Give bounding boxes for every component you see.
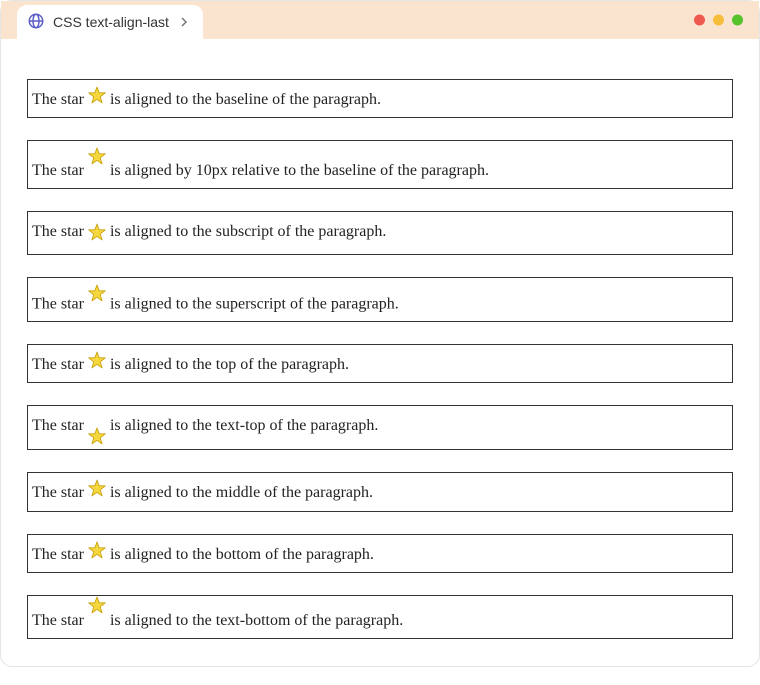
example-text-prefix: The star [32,417,88,434]
globe-icon [27,12,45,33]
example-text-prefix: The star [32,223,88,240]
star-icon [88,86,106,113]
example-paragraph: The star is aligned to the superscript o… [27,277,733,323]
star-icon [88,427,106,454]
star-icon [88,596,106,623]
example-text-suffix: is aligned to the text-bottom of the par… [106,612,403,629]
example-paragraph: The star is aligned to the subscript of … [27,211,733,254]
star-icon [88,147,106,174]
example-paragraph: The star is aligned to the bottom of the… [27,534,733,573]
star-icon [88,541,106,568]
example-text-suffix: is aligned to the top of the paragraph. [106,356,349,373]
star-icon [88,223,106,250]
example-text-suffix: is aligned to the middle of the paragrap… [106,484,373,501]
example-paragraph: The star is aligned by 10px relative to … [27,140,733,189]
example-text-prefix: The star [32,356,88,373]
star-icon [88,479,106,506]
maximize-icon[interactable] [732,15,743,26]
example-text-suffix: is aligned to the bottom of the paragrap… [106,546,374,563]
star-icon [88,351,106,378]
minimize-icon[interactable] [713,15,724,26]
example-text-suffix: is aligned to the subscript of the parag… [106,223,386,240]
example-text-prefix: The star [32,91,88,108]
example-paragraph: The star is aligned to the middle of the… [27,472,733,512]
example-paragraph: The star is aligned to the text-bottom o… [27,595,733,639]
window-controls [694,15,743,26]
example-text-suffix: is aligned to the baseline of the paragr… [106,91,381,108]
close-icon[interactable] [694,15,705,26]
example-text-suffix: is aligned by 10px relative to the basel… [106,162,489,179]
chevron-right-icon [177,14,189,30]
tab-title: CSS text-align-last [53,14,169,30]
page-content: The star is aligned to the baseline of t… [1,39,759,685]
example-paragraph: The star is aligned to the text-top of t… [27,405,733,449]
example-text-prefix: The star [32,295,88,312]
example-paragraph: The star is aligned to the top of the pa… [27,344,733,383]
example-text-suffix: is aligned to the text-top of the paragr… [106,417,378,434]
example-text-suffix: is aligned to the superscript of the par… [106,295,399,312]
example-text-prefix: The star [32,612,88,629]
example-text-prefix: The star [32,162,88,179]
example-paragraph: The star is aligned to the baseline of t… [27,79,733,118]
example-text-prefix: The star [32,546,88,563]
example-text-prefix: The star [32,484,88,501]
window-titlebar: CSS text-align-last [1,1,759,39]
browser-tab[interactable]: CSS text-align-last [17,5,203,39]
star-icon [88,284,106,311]
